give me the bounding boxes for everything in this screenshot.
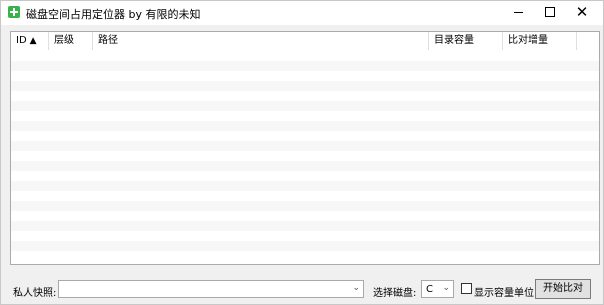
results-list[interactable]: ID ▲ 层级 路径 目录容量 比对增量 [10, 31, 600, 265]
window-title: 磁盘空间占用定位器 by 有限的未知 [26, 8, 201, 21]
start-compare-button[interactable]: 开始比对 [535, 279, 591, 299]
list-body[interactable] [11, 51, 599, 263]
column-id-label: ID [16, 35, 27, 46]
minimize-button[interactable] [503, 1, 533, 23]
show-unit-label[interactable]: 显示容量单位 [474, 284, 534, 299]
app-window: 磁盘空间占用定位器 by 有限的未知 ✕ ID ▲ 层级 路径 目录容量 比对增… [0, 0, 604, 305]
show-unit-checkbox[interactable] [461, 283, 472, 294]
disk-value: C [426, 284, 433, 295]
sort-ascending-icon: ▲ [29, 36, 37, 46]
list-stripe [11, 181, 599, 191]
list-stripe [11, 101, 599, 111]
column-dir-size-label: 目录容量 [434, 35, 474, 46]
column-header-path[interactable]: 路径 [93, 32, 429, 50]
title-bar[interactable]: 磁盘空间占用定位器 by 有限的未知 ✕ [1, 1, 603, 25]
maximize-button[interactable] [535, 1, 565, 23]
column-header-id[interactable]: ID ▲ [11, 32, 49, 50]
column-header-delta[interactable]: 比对增量 [503, 32, 577, 50]
list-stripe [11, 201, 599, 211]
snapshot-select[interactable]: ⌄ [58, 280, 364, 298]
list-stripe [11, 81, 599, 91]
list-stripe [11, 241, 599, 251]
chevron-down-icon: ⌄ [442, 283, 450, 293]
chevron-down-icon: ⌄ [352, 283, 360, 293]
snapshot-label: 私人快照: [13, 288, 57, 299]
minimize-icon [513, 11, 523, 13]
column-delta-label: 比对增量 [508, 35, 548, 46]
column-header-dir-size[interactable]: 目录容量 [429, 32, 503, 50]
list-header: ID ▲ 层级 路径 目录容量 比对增量 [11, 32, 599, 50]
disk-label: 选择磁盘: [373, 288, 417, 299]
maximize-icon [545, 7, 555, 17]
column-path-label: 路径 [98, 35, 118, 46]
list-stripe [11, 121, 599, 131]
disk-select[interactable]: C ⌄ [421, 280, 454, 298]
column-header-level[interactable]: 层级 [49, 32, 93, 50]
list-stripe [11, 141, 599, 151]
close-button[interactable]: ✕ [567, 1, 597, 23]
list-stripe [11, 221, 599, 231]
close-icon: ✕ [575, 2, 589, 21]
list-stripe [11, 161, 599, 171]
list-stripe [11, 61, 599, 71]
app-plus-icon [8, 6, 20, 18]
column-level-label: 层级 [54, 35, 74, 46]
